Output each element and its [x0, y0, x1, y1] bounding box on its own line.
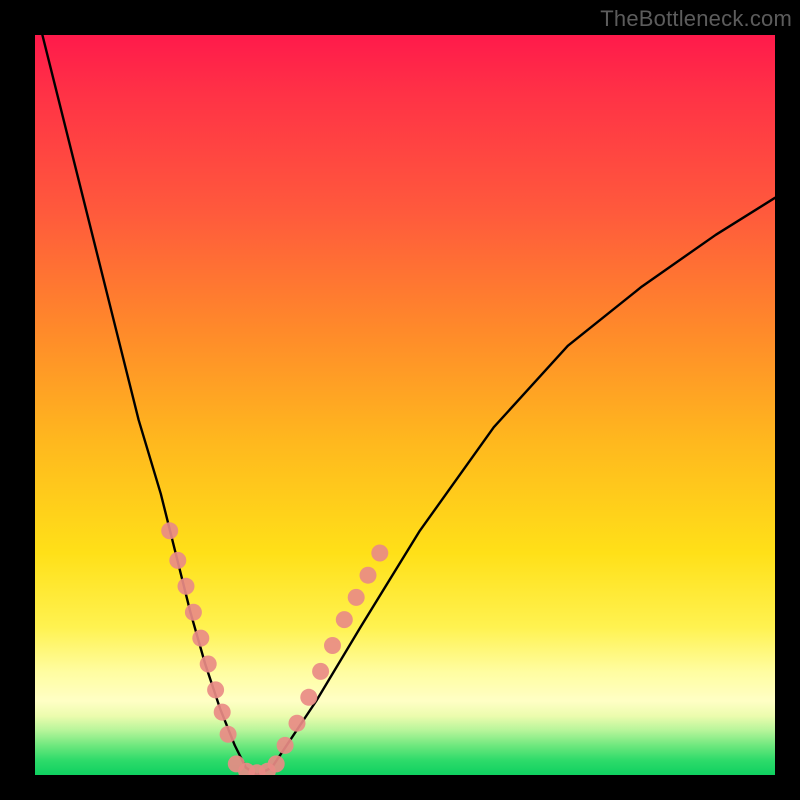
marker-dot	[289, 715, 306, 732]
highlight-dots	[161, 522, 388, 775]
marker-dot	[348, 589, 365, 606]
marker-dot	[336, 611, 353, 628]
curve-line	[42, 35, 775, 775]
marker-dot	[371, 545, 388, 562]
marker-dot	[360, 567, 377, 584]
marker-dot	[268, 755, 285, 772]
marker-dot	[214, 704, 231, 721]
bottleneck-curve	[42, 35, 775, 775]
marker-dot	[192, 630, 209, 647]
marker-dot	[300, 689, 317, 706]
marker-dot	[161, 522, 178, 539]
plot-area	[35, 35, 775, 775]
marker-dot	[312, 663, 329, 680]
marker-dot	[185, 604, 202, 621]
curve-svg	[35, 35, 775, 775]
watermark-text: TheBottleneck.com	[600, 6, 792, 32]
marker-dot	[207, 681, 224, 698]
marker-dot	[277, 737, 294, 754]
marker-dot	[178, 578, 195, 595]
marker-dot	[324, 637, 341, 654]
chart-frame: TheBottleneck.com	[0, 0, 800, 800]
marker-dot	[220, 726, 237, 743]
marker-dot	[169, 552, 186, 569]
marker-dot	[200, 656, 217, 673]
